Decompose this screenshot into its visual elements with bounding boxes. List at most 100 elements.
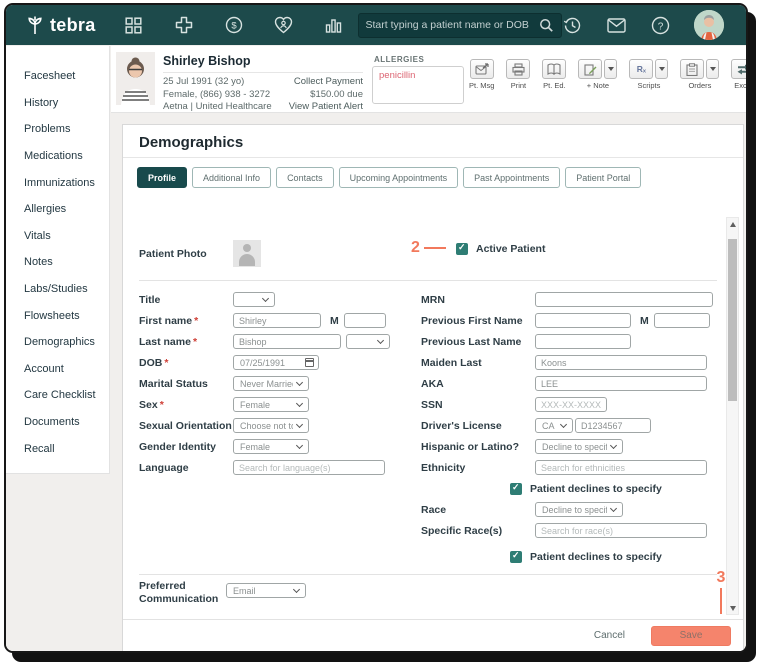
form-right-column: MRN Previous First Name M Previous Last … — [421, 289, 713, 567]
race-select[interactable]: Decline to specify — [535, 502, 623, 517]
save-button[interactable]: Save — [651, 625, 731, 646]
last-name-input[interactable] — [233, 334, 341, 349]
pt-msg-button[interactable] — [469, 59, 494, 79]
search-icon[interactable] — [539, 18, 554, 33]
suffix-select[interactable] — [346, 334, 390, 349]
specific-races-row: Specific Race(s) — [421, 520, 713, 541]
print-button[interactable] — [506, 59, 531, 79]
orders-button[interactable] — [680, 59, 705, 79]
sex-select[interactable]: Female — [233, 397, 309, 412]
apps-grid-icon[interactable] — [124, 15, 144, 35]
previous-last-name-input[interactable] — [535, 334, 631, 349]
action-label: Pt. Ed. — [543, 81, 566, 90]
sidebar-item-notes[interactable]: Notes — [6, 249, 109, 276]
sidebar-item-immunizations[interactable]: Immunizations — [6, 169, 109, 196]
marital-status-select[interactable]: Never Married — [233, 376, 309, 391]
user-avatar[interactable] — [694, 10, 724, 40]
patient-name[interactable]: Shirley Bishop — [163, 54, 251, 68]
tab-patient-portal[interactable]: Patient Portal — [565, 167, 642, 188]
gender-identity-row: Gender Identity Female — [139, 436, 415, 457]
hispanic-select[interactable]: Decline to specify — [535, 439, 623, 454]
patient-photo-row: Patient Photo — [139, 240, 261, 267]
form-scrollbar[interactable] — [726, 217, 739, 615]
specific-races-input[interactable] — [535, 523, 707, 538]
calendar-icon[interactable] — [305, 358, 314, 367]
scripts-dropdown[interactable] — [655, 59, 669, 79]
cancel-button[interactable]: Cancel — [594, 630, 625, 641]
gender-identity-select[interactable]: Female — [233, 439, 309, 454]
collect-payment-link[interactable]: Collect Payment — [251, 76, 363, 89]
sidebar-item-medications[interactable]: Medications — [6, 143, 109, 170]
action-orders: Orders — [680, 59, 720, 90]
sidebar-item-recall[interactable]: Recall — [6, 435, 109, 462]
pt-ed-button[interactable] — [542, 59, 567, 79]
active-patient-checkbox[interactable] — [456, 242, 468, 255]
license-state-select[interactable]: CA — [535, 418, 573, 433]
demographics-tabs: Profile Additional Info Contacts Upcomin… — [137, 167, 743, 188]
license-number-input[interactable] — [575, 418, 651, 433]
add-patient-cross-icon[interactable] — [174, 15, 194, 35]
ethnicity-input[interactable] — [535, 460, 707, 475]
messages-envelope-icon[interactable] — [606, 15, 626, 35]
sexual-orientation-row: Sexual Orientation Choose not to dis... — [139, 415, 415, 436]
race-declines-checkbox[interactable] — [510, 550, 522, 563]
sidebar-item-history[interactable]: History — [6, 90, 109, 117]
add-note-button[interactable] — [578, 59, 603, 79]
help-question-icon[interactable]: ? — [650, 15, 670, 35]
race-row: Race Decline to specify — [421, 499, 713, 520]
sidebar-item-flowsheets[interactable]: Flowsheets — [6, 302, 109, 329]
sidebar-item-demographics[interactable]: Demographics — [6, 329, 109, 356]
hispanic-row: Hispanic or Latino? Decline to specify — [421, 436, 713, 457]
photo-placeholder-person-icon[interactable] — [233, 240, 261, 267]
sidebar-item-allergies[interactable]: Allergies — [6, 196, 109, 223]
dob-input[interactable]: 07/25/1991 — [233, 355, 319, 370]
scroll-up-arrow[interactable] — [727, 218, 738, 230]
view-patient-alert-link[interactable]: View Patient Alert — [251, 101, 363, 114]
sex-label: Sex * — [139, 398, 164, 411]
sidebar-item-problems[interactable]: Problems — [6, 116, 109, 143]
top-navbar: tebra $ Start typing a patient name or D… — [6, 5, 746, 45]
ssn-input[interactable] — [535, 397, 607, 412]
tab-additional-info[interactable]: Additional Info — [192, 167, 272, 188]
scripts-button[interactable]: Rₓ — [629, 59, 654, 79]
patient-photo-thumbnail[interactable] — [116, 52, 155, 105]
sidebar-item-facesheet[interactable]: Facesheet — [6, 63, 109, 90]
patient-search-input[interactable] — [365, 19, 539, 31]
billing-dollar-icon[interactable]: $ — [224, 15, 244, 35]
chevron-down-icon — [609, 504, 618, 513]
previous-first-name-input[interactable] — [535, 313, 631, 328]
tab-profile[interactable]: Profile — [137, 167, 188, 188]
scrollbar-thumb[interactable] — [728, 239, 737, 401]
sidebar-item-documents[interactable]: Documents — [6, 409, 109, 436]
exchange-button[interactable] — [731, 59, 746, 79]
language-input[interactable] — [233, 460, 385, 475]
sexual-orientation-select[interactable]: Choose not to dis... — [233, 418, 309, 433]
aka-input[interactable] — [535, 376, 707, 391]
tab-past-appointments[interactable]: Past Appointments — [463, 167, 561, 188]
reports-bar-chart-icon[interactable] — [324, 15, 344, 35]
sidebar-item-labs-studies[interactable]: Labs/Studies — [6, 276, 109, 303]
name-divider — [163, 72, 363, 73]
sidebar-item-care-checklist[interactable]: Care Checklist — [6, 382, 109, 409]
scroll-down-arrow[interactable] — [727, 602, 738, 614]
previous-middle-initial-input[interactable] — [653, 313, 710, 328]
add-note-dropdown[interactable] — [604, 59, 618, 79]
last-name-row: Last name * — [139, 331, 415, 352]
orders-dropdown[interactable] — [706, 59, 720, 79]
ethnicity-declines-checkbox[interactable] — [510, 482, 522, 495]
allergy-item[interactable]: penicillin — [379, 70, 415, 81]
tebra-leaf-icon — [26, 15, 44, 35]
preferred-communication-select[interactable]: Email — [226, 583, 306, 598]
sidebar-item-vitals[interactable]: Vitals — [6, 223, 109, 250]
title-select[interactable] — [233, 292, 275, 307]
maiden-last-input[interactable] — [535, 355, 707, 370]
tab-contacts[interactable]: Contacts — [276, 167, 334, 188]
history-clock-icon[interactable] — [562, 15, 582, 35]
middle-initial-input[interactable] — [343, 313, 386, 328]
first-name-input[interactable] — [233, 313, 321, 328]
tab-upcoming-appointments[interactable]: Upcoming Appointments — [338, 167, 459, 188]
sidebar-item-account[interactable]: Account — [6, 356, 109, 383]
mrn-input[interactable] — [535, 292, 713, 307]
patient-heart-icon[interactable] — [274, 15, 294, 35]
tebra-logo[interactable]: tebra — [26, 15, 96, 36]
